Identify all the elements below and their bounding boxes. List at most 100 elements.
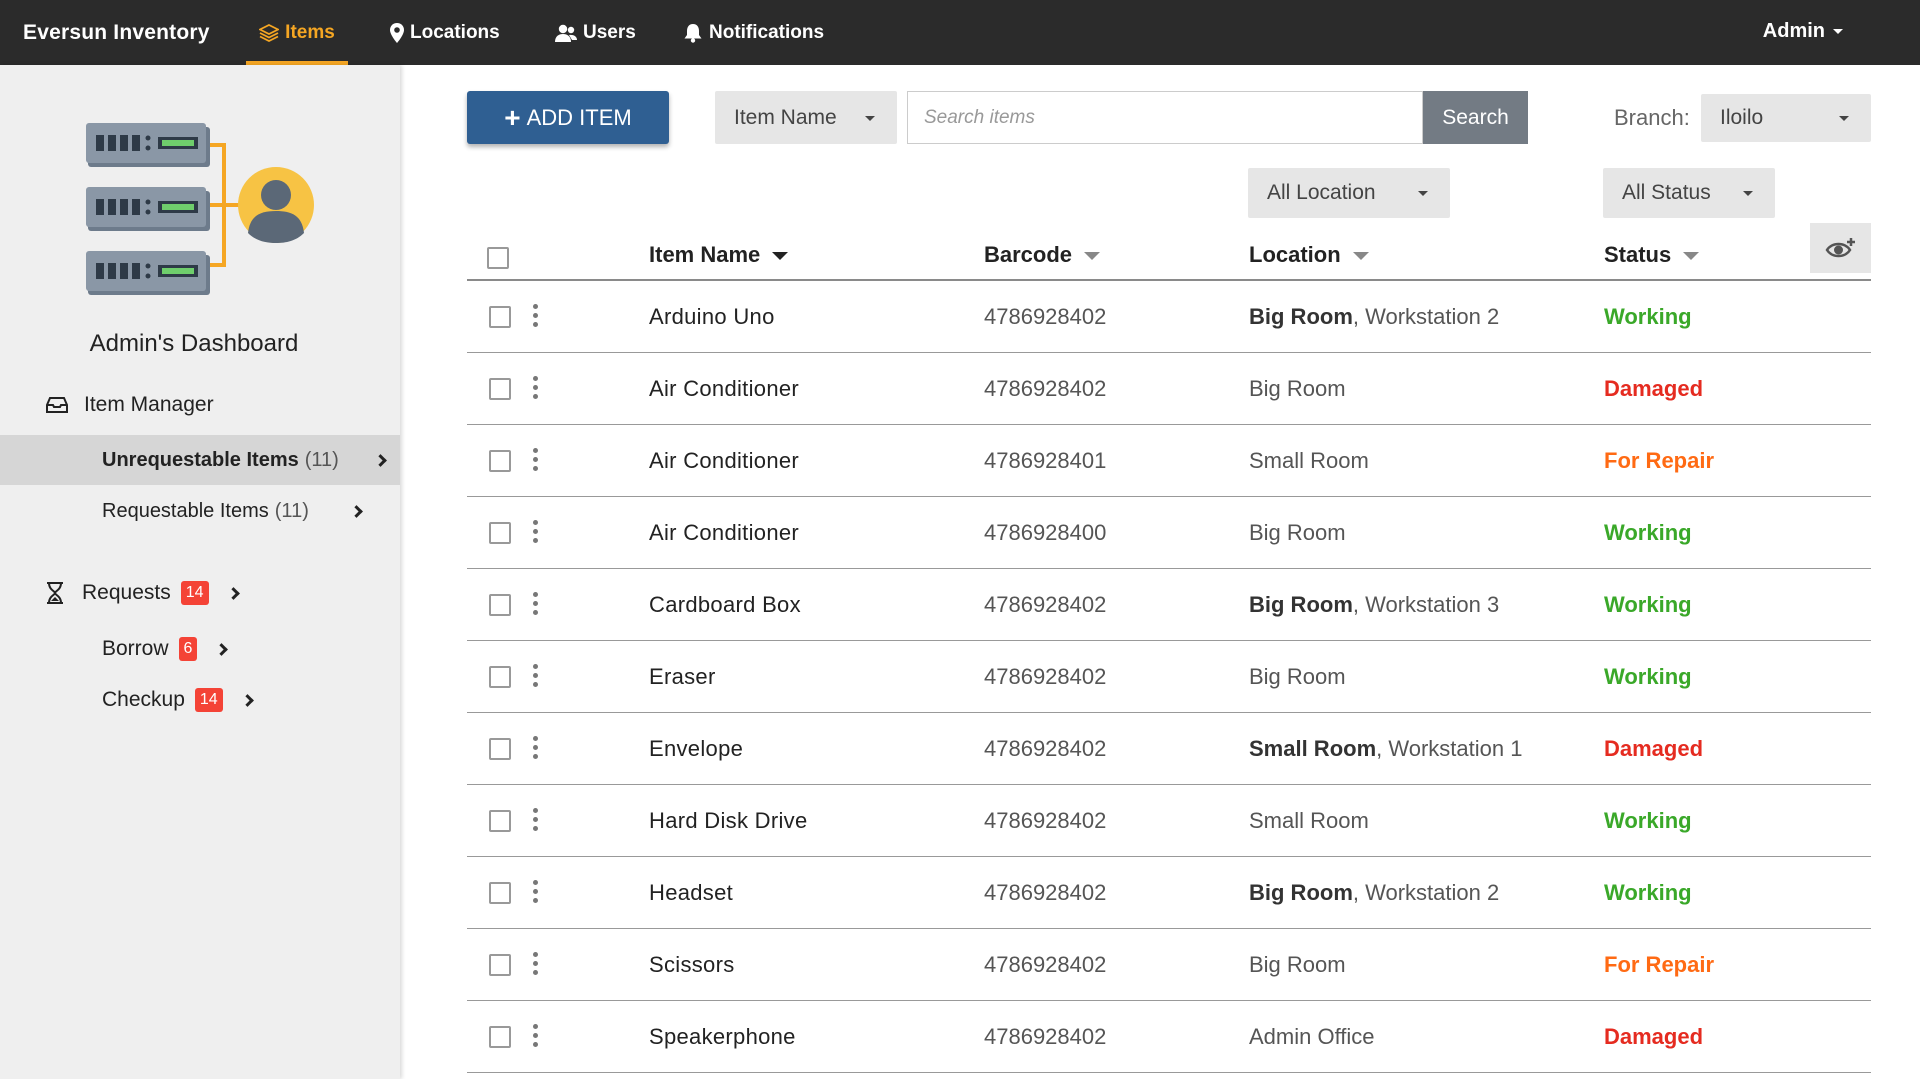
admin-label: Admin xyxy=(1762,20,1825,42)
more-vertical-icon[interactable] xyxy=(530,304,540,330)
sort-icon xyxy=(1084,252,1101,260)
brand-title[interactable]: Eversun Inventory xyxy=(23,21,210,45)
requests-badge: 14 xyxy=(180,581,209,605)
table-row[interactable]: Hard Disk Drive 4786928402 Small Room Worki… xyxy=(467,785,1871,857)
location-station: , Workstation 2 xyxy=(1352,880,1500,905)
location-filter-value: All Location xyxy=(1267,181,1376,204)
status-cell: Damaged xyxy=(1604,376,1704,401)
column-header-location[interactable]: Location xyxy=(1249,242,1369,268)
sidebar-item-requests[interactable]: Requests 14 xyxy=(46,581,240,605)
more-vertical-icon[interactable] xyxy=(530,376,540,402)
search-field-select[interactable]: Item Name xyxy=(715,91,897,144)
location-room: Small Room xyxy=(1249,736,1377,761)
nav-items[interactable]: Items xyxy=(246,0,348,65)
more-vertical-icon[interactable] xyxy=(530,520,540,546)
more-vertical-icon[interactable] xyxy=(530,808,540,834)
barcode-cell: 4786928402 xyxy=(984,592,1107,617)
location-cell: Small Room xyxy=(1249,808,1369,834)
more-vertical-icon[interactable] xyxy=(530,592,540,618)
table-row[interactable]: Cardboard Box 4786928402 Big Room, Worksta… xyxy=(467,569,1871,641)
branch-select[interactable]: Iloilo xyxy=(1701,94,1871,142)
row-checkbox[interactable] xyxy=(489,1026,511,1048)
nav-users[interactable]: Users xyxy=(555,0,636,65)
add-item-button[interactable]: + ADD ITEM xyxy=(467,91,669,144)
location-room: Small Room xyxy=(1249,808,1369,833)
table-row[interactable]: Speakerphone 4786928402 Admin Office Damage… xyxy=(467,1001,1871,1073)
table-row[interactable]: Headset 4786928402 Big Room, Workstation 2… xyxy=(467,857,1871,929)
more-vertical-icon[interactable] xyxy=(530,664,540,690)
admin-menu[interactable]: Admin xyxy=(1763,20,1843,43)
location-station: , Workstation 1 xyxy=(1376,736,1523,761)
column-barcode-label: Barcode xyxy=(984,242,1073,267)
add-item-label: ADD ITEM xyxy=(526,104,632,130)
more-vertical-icon[interactable] xyxy=(530,1024,540,1050)
nav-notifications-label: Notifications xyxy=(709,21,825,43)
more-vertical-icon[interactable] xyxy=(530,952,540,978)
server-admin-logo xyxy=(86,123,314,295)
row-checkbox[interactable] xyxy=(489,594,511,616)
location-filter-select[interactable]: All Location xyxy=(1248,168,1450,218)
column-visibility-button[interactable] xyxy=(1810,223,1871,273)
checkup-label: Checkup xyxy=(102,688,185,711)
barcode-cell: 4786928402 xyxy=(984,1024,1107,1049)
more-vertical-icon[interactable] xyxy=(530,736,540,762)
row-checkbox[interactable] xyxy=(489,450,511,472)
row-checkbox[interactable] xyxy=(489,954,511,976)
item-name-cell: Scissors xyxy=(649,952,735,977)
table-row[interactable]: Arduino Uno 4786928402 Big Room, Workstati… xyxy=(467,281,1871,353)
search-button[interactable]: Search xyxy=(1423,91,1528,144)
row-checkbox[interactable] xyxy=(489,882,511,904)
column-header-status[interactable]: Status xyxy=(1604,242,1700,268)
hourglass-icon xyxy=(47,582,63,604)
borrow-badge: 6 xyxy=(178,637,198,661)
nav-locations[interactable]: Locations xyxy=(390,0,500,65)
location-room: Admin Office xyxy=(1249,1024,1375,1049)
item-manager-heading: Item Manager xyxy=(46,393,214,417)
column-header-barcode[interactable]: Barcode xyxy=(984,242,1101,268)
location-cell: Big Room, Workstation 3 xyxy=(1249,592,1499,618)
row-checkbox[interactable] xyxy=(489,522,511,544)
table-row[interactable]: Air Conditioner 4786928402 Big Room Damaged xyxy=(467,353,1871,425)
sidebar-item-requestable[interactable]: Requestable Items (11) xyxy=(0,486,400,536)
location-station: , Workstation 2 xyxy=(1352,304,1500,329)
column-header-item-name[interactable]: Item Name xyxy=(649,242,789,268)
table-row[interactable]: Air Conditioner 4786928400 Big Room Working xyxy=(467,497,1871,569)
status-cell: Working xyxy=(1604,520,1692,545)
row-checkbox[interactable] xyxy=(489,810,511,832)
select-all-checkbox[interactable] xyxy=(487,247,509,269)
table-row[interactable]: Envelope 4786928402 Small Room, Workstatio… xyxy=(467,713,1871,785)
more-vertical-icon[interactable] xyxy=(530,448,540,474)
location-cell: Big Room xyxy=(1249,520,1346,546)
search-input[interactable] xyxy=(907,91,1423,144)
item-name-cell: Eraser xyxy=(649,664,716,689)
unrequestable-label: Unrequestable Items xyxy=(102,448,299,471)
chevron-right-icon xyxy=(226,586,240,600)
sidebar-item-borrow[interactable]: Borrow 6 xyxy=(102,637,229,661)
search-field-value: Item Name xyxy=(734,105,837,129)
location-cell: Small Room, Workstation 1 xyxy=(1249,736,1522,762)
location-room: Small Room xyxy=(1249,448,1369,473)
borrow-label: Borrow xyxy=(102,637,169,660)
status-cell: Damaged xyxy=(1604,736,1704,761)
row-checkbox[interactable] xyxy=(489,306,511,328)
more-vertical-icon[interactable] xyxy=(530,880,540,906)
sidebar-item-checkup[interactable]: Checkup 14 xyxy=(102,688,254,712)
table-row[interactable]: Scissors 4786928402 Big Room For Repair xyxy=(467,929,1871,1001)
row-checkbox[interactable] xyxy=(489,666,511,688)
location-room: Big Room xyxy=(1249,880,1353,905)
table-row[interactable]: Eraser 4786928402 Big Room Working xyxy=(467,641,1871,713)
caret-down-icon xyxy=(1833,29,1843,34)
item-name-cell: Arduino Uno xyxy=(649,304,775,329)
sidebar-item-unrequestable[interactable]: Unrequestable Items (11) xyxy=(0,435,400,485)
item-name-cell: Hard Disk Drive xyxy=(649,808,808,833)
location-cell: Admin Office xyxy=(1249,1024,1375,1050)
status-cell: Working xyxy=(1604,808,1692,833)
nav-notifications[interactable]: Notifications xyxy=(683,0,824,65)
status-filter-select[interactable]: All Status xyxy=(1603,168,1775,218)
row-checkbox[interactable] xyxy=(489,738,511,760)
chevron-right-icon xyxy=(350,505,363,518)
table-row[interactable]: Air Conditioner 4786928401 Small Room For R… xyxy=(467,425,1871,497)
row-checkbox[interactable] xyxy=(489,378,511,400)
barcode-cell: 4786928400 xyxy=(984,520,1107,545)
location-cell: Big Room xyxy=(1249,952,1346,978)
